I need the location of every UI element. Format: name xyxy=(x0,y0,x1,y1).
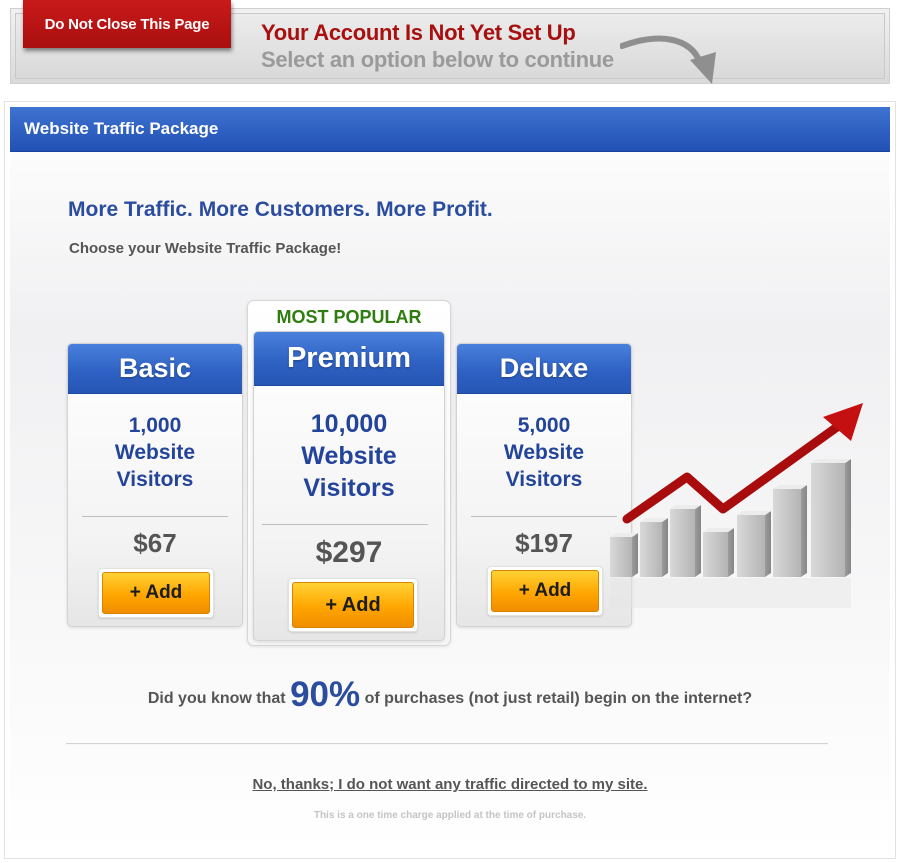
card-divider xyxy=(471,516,617,517)
package-card-basic: Basic 1,000 Website Visitors $67 + Add xyxy=(67,343,243,627)
panel-body: Website Traffic Package More Traffic. Mo… xyxy=(10,107,890,853)
add-premium-button[interactable]: + Add xyxy=(292,582,414,628)
most-popular-badge: MOST POPULAR xyxy=(276,307,422,327)
package-line-1: Website xyxy=(301,442,397,470)
package-line-2: Visitors xyxy=(116,468,194,491)
add-button-frame: + Add xyxy=(487,566,603,616)
package-card-premium-wrap: MOST POPULAR Premium 10,000 Website Visi… xyxy=(247,300,451,646)
banner-title: Your Account Is Not Yet Set Up xyxy=(261,20,576,45)
statistic-sentence: Did you know that 90% of purchases (not … xyxy=(10,675,890,715)
add-basic-button[interactable]: + Add xyxy=(102,572,210,614)
add-deluxe-button[interactable]: + Add xyxy=(491,570,599,612)
package-quantity: 10,000 xyxy=(310,410,388,438)
subheadline: Choose your Website Traffic Package! xyxy=(69,240,342,257)
statistic-value: 90% xyxy=(290,675,361,714)
card-divider xyxy=(82,516,228,517)
package-name: Deluxe xyxy=(457,344,631,394)
charge-footnote: This is a one time charge applied at the… xyxy=(313,810,587,821)
package-line-2: Visitors xyxy=(303,474,395,502)
bottom-divider xyxy=(66,743,828,745)
traffic-package-panel: Website Traffic Package More Traffic. Mo… xyxy=(4,101,896,859)
do-not-close-tab: Do Not Close This Page xyxy=(23,0,231,48)
package-line-1: Website xyxy=(114,441,196,464)
banner-subtitle: Select an option below to continue xyxy=(261,47,614,72)
add-button-frame: + Add xyxy=(98,568,214,618)
statistic-suffix: of purchases (not just retail) begin on … xyxy=(364,690,753,707)
growth-chart-icon xyxy=(610,403,863,608)
package-price: $297 xyxy=(315,536,383,569)
decline-traffic-link[interactable]: No, thanks; I do not want any traffic di… xyxy=(10,776,890,793)
swoosh-arrow-icon xyxy=(620,35,716,84)
package-price: $67 xyxy=(133,528,177,558)
package-card-premium: Premium 10,000 Website Visitors $297 + A… xyxy=(253,331,445,641)
card-divider xyxy=(262,524,428,525)
statistic-prefix: Did you know that xyxy=(147,690,286,707)
headline: More Traffic. More Customers. More Profi… xyxy=(68,198,493,221)
package-quantity: 1,000 xyxy=(128,414,182,437)
package-name: Basic xyxy=(68,344,242,394)
package-name: Premium xyxy=(254,332,444,386)
add-button-frame: + Add xyxy=(288,578,418,632)
panel-header: Website Traffic Package xyxy=(10,107,890,152)
